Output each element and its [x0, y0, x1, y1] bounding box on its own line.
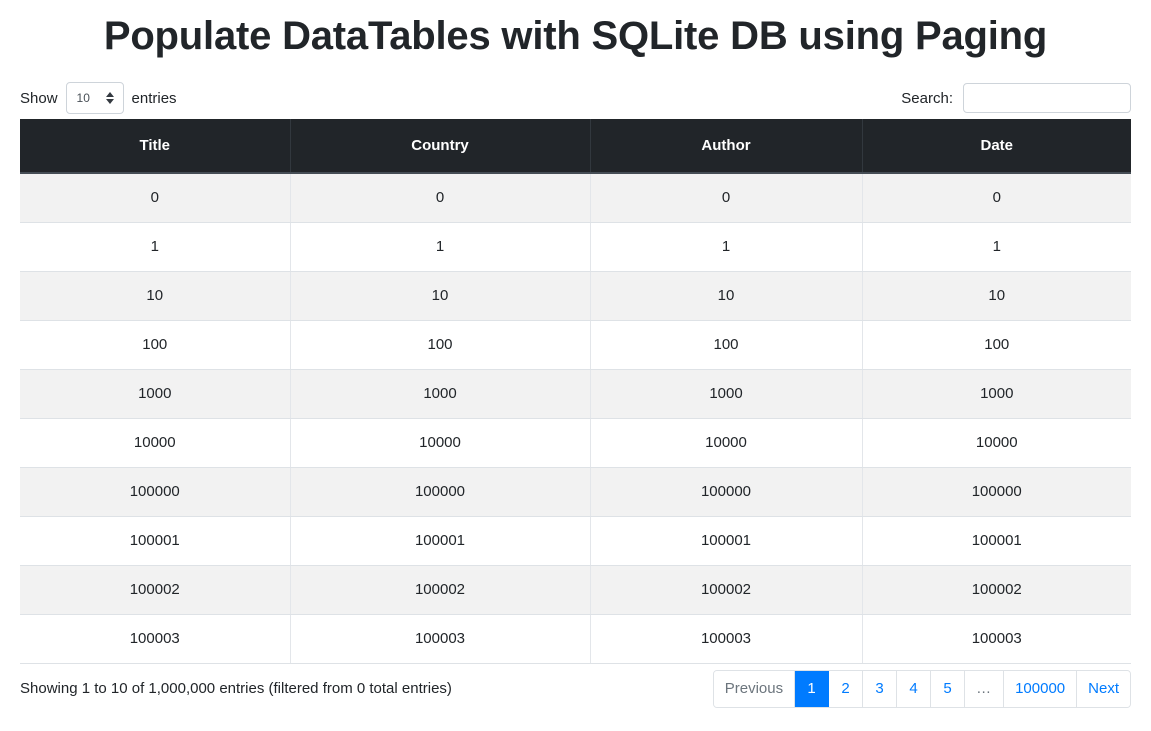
- table-row: 100 100 100 100: [20, 320, 1131, 370]
- cell-date: 1000: [862, 369, 1131, 419]
- table-row: 100003 100003 100003 100003: [20, 614, 1131, 664]
- cell-country: 1: [290, 222, 591, 272]
- cell-author: 100: [590, 320, 863, 370]
- cell-author: 100001: [590, 516, 863, 566]
- cell-country: 1000: [290, 369, 591, 419]
- page-root: Populate DataTables with SQLite DB using…: [0, 0, 1151, 731]
- cell-date: 100001: [862, 516, 1131, 566]
- cell-country: 0: [290, 173, 591, 223]
- column-header-country[interactable]: Country: [290, 119, 591, 174]
- table-footer: Showing 1 to 10 of 1,000,000 entries (fi…: [20, 664, 1131, 714]
- cell-country: 100000: [290, 467, 591, 517]
- pagination-button-2[interactable]: 2: [829, 670, 864, 707]
- entries-length-value: 10: [76, 91, 90, 105]
- cell-title: 100002: [20, 565, 291, 615]
- table-header-row: Title Country Author Date: [20, 119, 1131, 174]
- table-header: Title Country Author Date: [20, 119, 1131, 174]
- table-row: 1000 1000 1000 1000: [20, 369, 1131, 419]
- table-row: 0000: [20, 173, 1131, 223]
- cell-date: 10000: [862, 418, 1131, 468]
- cell-country: 10: [290, 271, 591, 321]
- cell-title: 100003: [20, 614, 291, 664]
- cell-author: 1: [590, 222, 863, 272]
- table-controls: Show 10 entries Search:: [20, 77, 1131, 119]
- table-info: Showing 1 to 10 of 1,000,000 entries (fi…: [20, 679, 452, 697]
- cell-author: 10: [590, 271, 863, 321]
- cell-title: 100: [20, 320, 291, 370]
- show-label: Show: [20, 89, 58, 107]
- search-control: Search:: [901, 77, 1131, 119]
- table-row: 100000 100000 100000 100000: [20, 467, 1131, 517]
- table-row: 100002 100002 100002 100002: [20, 565, 1131, 615]
- cell-date: 1: [862, 222, 1131, 272]
- pagination: Previous 1 2 3 4 5… 100000 Next: [712, 669, 1131, 708]
- cell-date: 100003: [862, 614, 1131, 664]
- cell-country: 100001: [290, 516, 591, 566]
- cell-author: 100002: [590, 565, 863, 615]
- cell-author: 0: [590, 173, 863, 223]
- data-table: Title Country Author Date 0 0 0 0 1 1 1 1 10 10 10…: [20, 119, 1131, 664]
- pagination-button-next[interactable]: Next: [1077, 670, 1130, 707]
- cell-author: 100003: [590, 614, 863, 664]
- cell-title: 100001: [20, 516, 291, 566]
- column-header-author[interactable]: Author: [590, 119, 863, 174]
- pagination-button-previous[interactable]: Previous: [713, 670, 796, 707]
- column-header-date[interactable]: Date: [862, 119, 1131, 174]
- column-header-title[interactable]: Title: [20, 119, 291, 174]
- cell-title: 0: [20, 173, 291, 223]
- cell-country: 10000: [290, 418, 591, 468]
- cell-date: 100000: [862, 467, 1131, 517]
- cell-title: 100000: [20, 467, 291, 517]
- pagination-button-5[interactable]: 5: [931, 670, 966, 707]
- cell-date: 100: [862, 320, 1131, 370]
- table-row: 10000 10000 10000 10000: [20, 418, 1131, 468]
- cell-title: 10: [20, 271, 291, 321]
- cell-author: 1000: [590, 369, 863, 419]
- cell-country: 100: [290, 320, 591, 370]
- cell-title: 10000: [20, 418, 291, 468]
- entries-length-select[interactable]: 10: [65, 82, 124, 114]
- search-label: Search:: [901, 89, 953, 107]
- pagination-button-1[interactable]: 1: [795, 670, 830, 707]
- page-title: Populate DataTables with SQLite DB using…: [103, 14, 1048, 58]
- cell-country: 100002: [290, 565, 591, 615]
- pagination-button-ellipsis: …: [965, 670, 1005, 707]
- spinner-updown-icon: [105, 92, 114, 104]
- cell-country: 100003: [290, 614, 591, 664]
- cell-title: 1000: [20, 369, 291, 419]
- search-input[interactable]: [963, 83, 1131, 113]
- table-body: 0 0 0 0 1 1 1 1 10 10 10 10 100 100 100 100 1000 1000 1000…: [20, 173, 1131, 664]
- pagination-button-3[interactable]: 3: [863, 670, 898, 707]
- pagination-button-100000[interactable]: 100000: [1004, 670, 1078, 707]
- pagination-button-4[interactable]: 4: [897, 670, 932, 707]
- cell-title: 1: [20, 222, 291, 272]
- table-row: 1111: [20, 222, 1131, 272]
- table-row: 100001 100001 100001 100001: [20, 516, 1131, 566]
- cell-author: 10000: [590, 418, 863, 468]
- cell-date: 0: [862, 173, 1131, 223]
- cell-date: 10: [862, 271, 1131, 321]
- table-row: 10 10 10 10: [20, 271, 1131, 321]
- datatable-wrapper: Title Country Author Date 0 0 0 0 1 1 1 1 10 10 10…: [20, 119, 1131, 664]
- cell-date: 100002: [862, 565, 1131, 615]
- length-control: Show 10 entries: [20, 77, 177, 119]
- entries-label: entries: [131, 89, 177, 107]
- cell-author: 100000: [590, 467, 863, 517]
